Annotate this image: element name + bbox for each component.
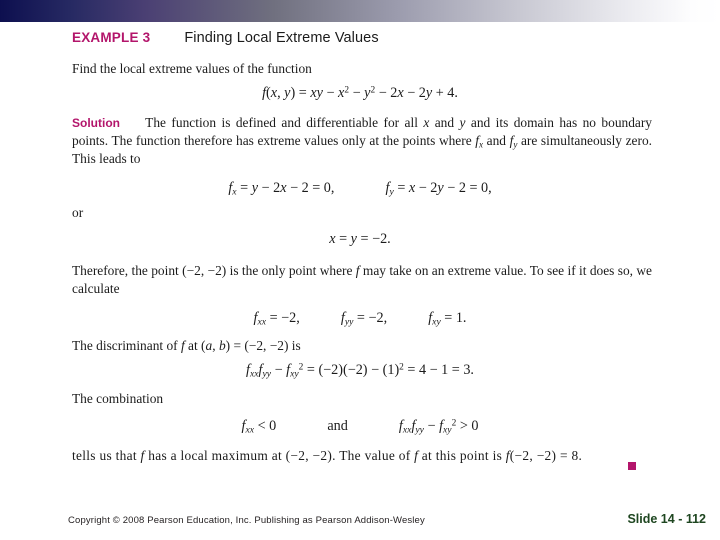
solution-paragraph: Solution The function is defined and dif… [72, 114, 653, 167]
partial-derivative-equations: fx = y − 2x − 2 = 0, fy = x − 2y − 2 = 0… [64, 180, 656, 198]
combination-text: The combination [72, 390, 164, 406]
slide-number: Slide 14 - 112 [627, 512, 706, 526]
example-label: EXAMPLE 3 [72, 30, 151, 45]
partial-x-equation: fx = y − 2x − 2 = 0, [228, 180, 335, 198]
conclusion-paragraph: tells us that f has a local maximum at (… [72, 448, 583, 464]
combination-equations: fxx < 0 and fxxfyy − fxy2 > 0 [64, 418, 656, 436]
critical-point-equation: x = y = −2. [329, 230, 391, 247]
combination-and: and [327, 417, 348, 434]
solution-label: Solution [72, 115, 120, 130]
copyright-notice: Copyright © 2008 Pearson Education, Inc.… [68, 515, 425, 526]
example-title: Finding Local Extreme Values [184, 30, 379, 46]
discriminant-text: The discriminant of f at (a, b) = (−2, −… [72, 338, 301, 354]
textbook-excerpt-image: EXAMPLE 3 Finding Local Extreme Values F… [64, 30, 656, 510]
fxy-equation: fxy = 1. [428, 309, 467, 328]
example-heading: EXAMPLE 3 Finding Local Extreme Values [72, 30, 656, 46]
or-connector: or [72, 204, 84, 220]
fxx-equation: fxx = −2, [253, 309, 300, 328]
discriminant-equation: fxxfyy − fxy2 = (−2)(−2) − (1)2 = 4 − 1 … [246, 362, 474, 380]
prompt-text: Find the local extreme values of the fun… [72, 61, 312, 76]
therefore-paragraph: Therefore, the point (−2, −2) is the onl… [72, 262, 652, 296]
second-derivative-equations: fxx = −2, fyy = −2, fxy = 1. [64, 310, 656, 328]
top-gradient-band [0, 0, 720, 22]
end-of-proof-marker [628, 462, 636, 471]
combination-right: fxxfyy − fxy2 > 0 [398, 417, 479, 436]
fyy-equation: fyy = −2, [340, 309, 388, 328]
partial-y-equation: fy = x − 2y − 2 = 0, [385, 180, 492, 198]
end-of-example-row [72, 462, 652, 478]
combination-left: fxx < 0 [241, 417, 277, 436]
function-equation: f(x, y) = xy − x2 − y2 − 2x − 2y + 4. [262, 84, 458, 101]
